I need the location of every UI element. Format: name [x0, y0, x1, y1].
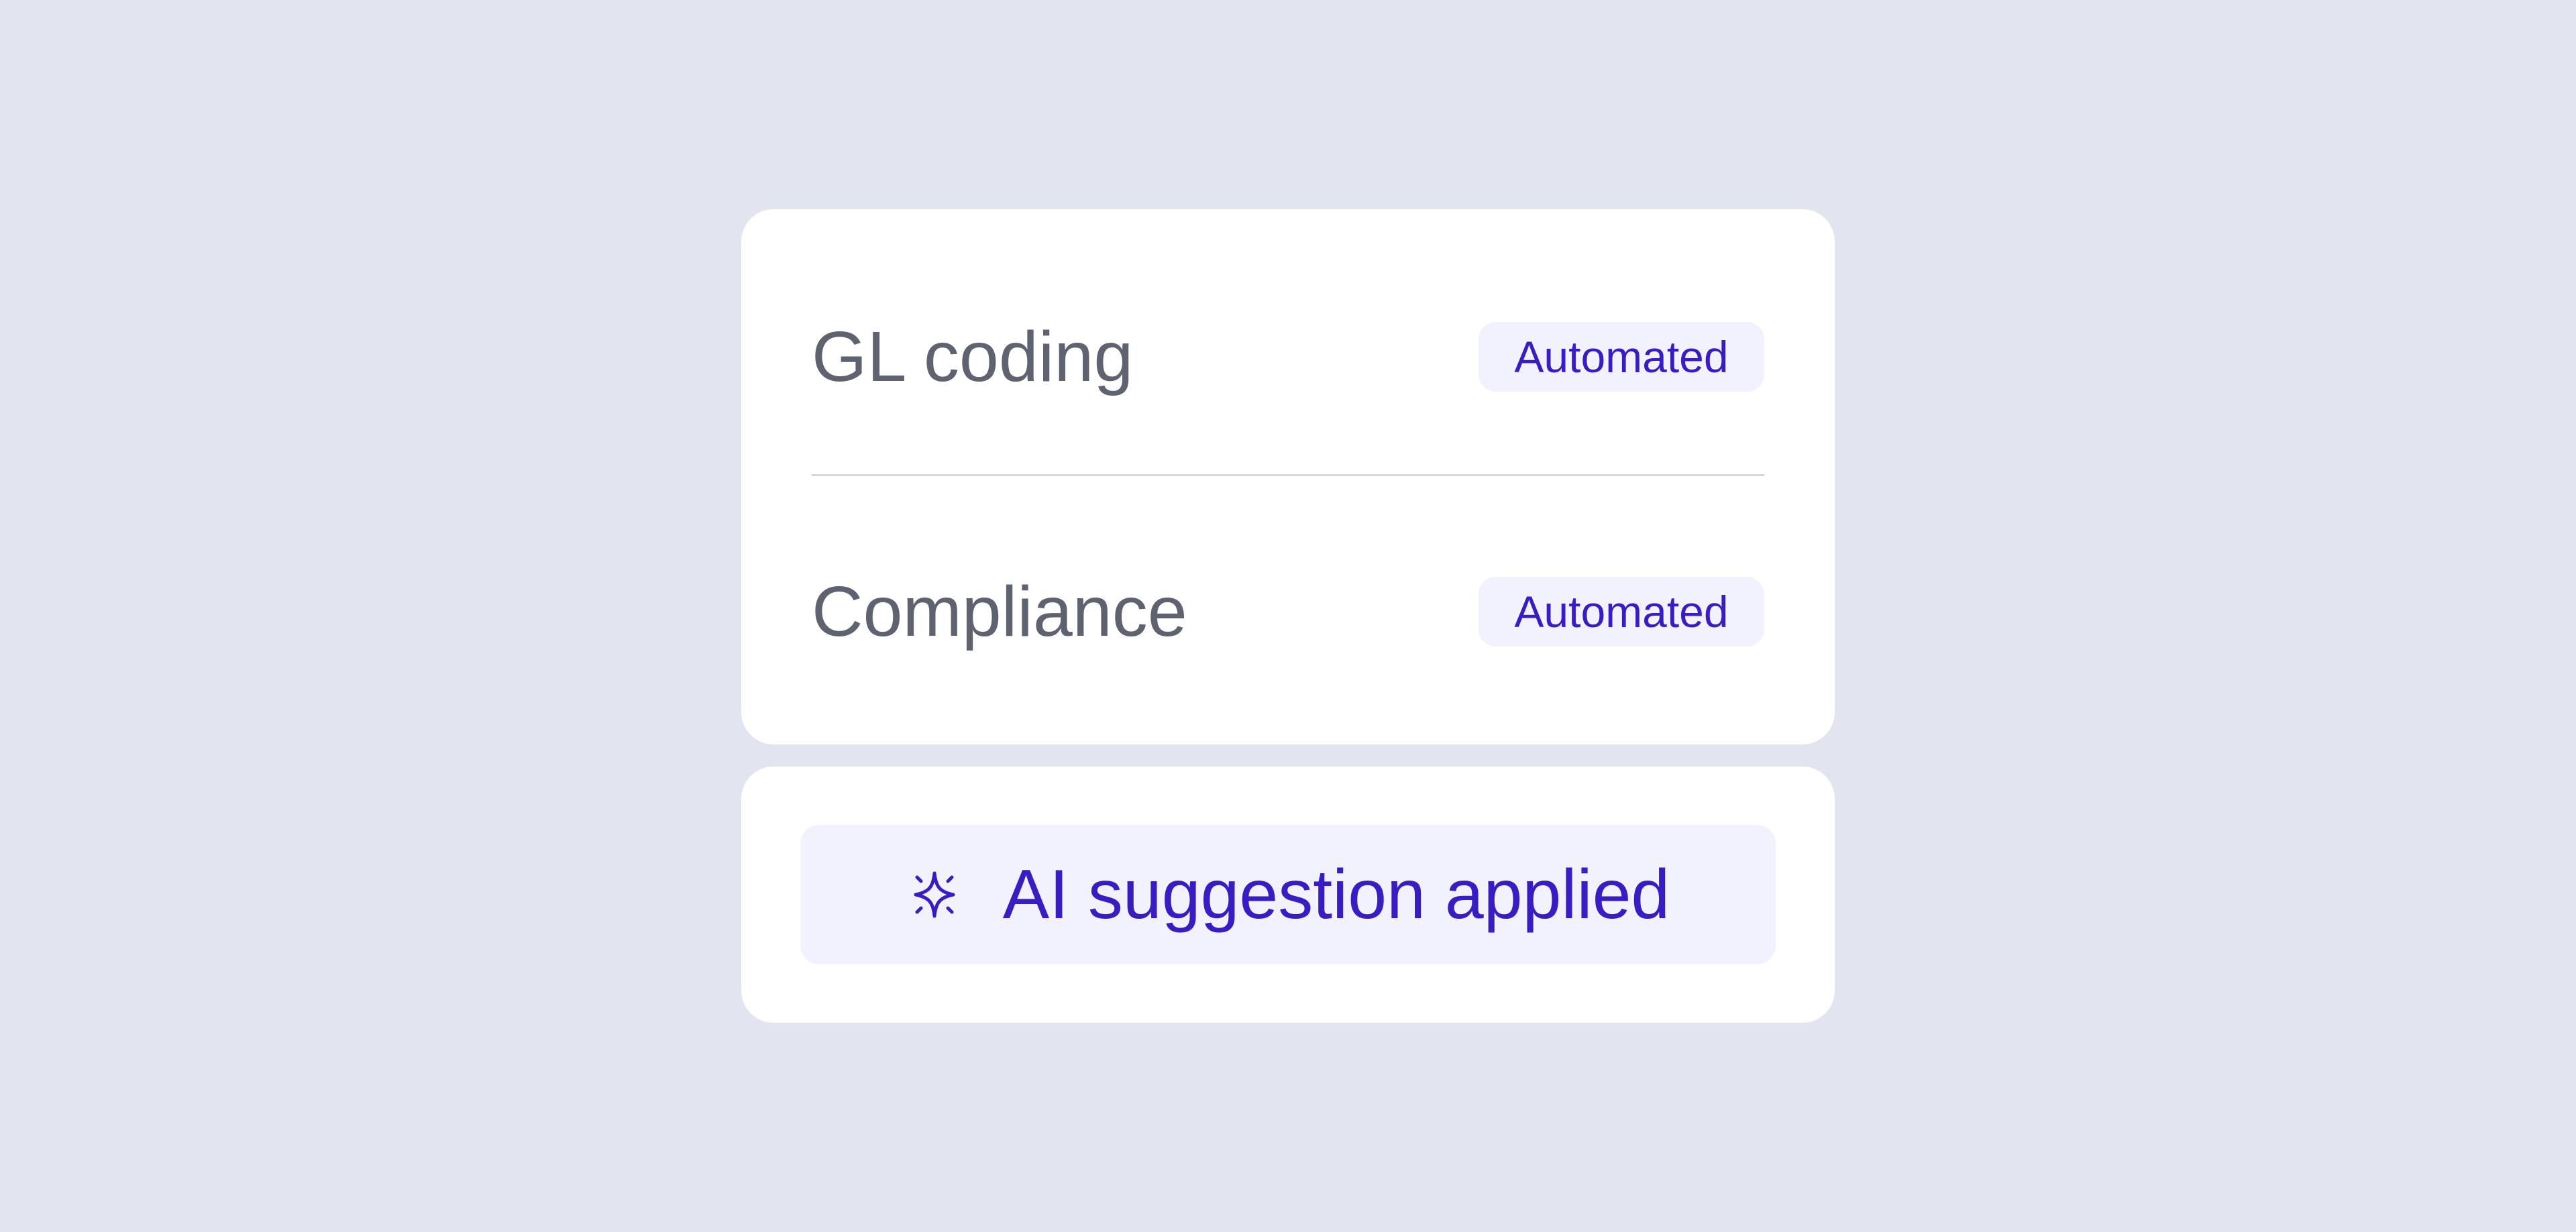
- status-badge-gl-coding: Automated: [1479, 322, 1764, 392]
- row-compliance: Compliance Automated: [812, 568, 1764, 655]
- ai-suggestion-banner: AI suggestion applied: [800, 825, 1776, 964]
- row-gl-coding: GL coding Automated: [812, 313, 1764, 400]
- row-divider: [812, 474, 1764, 476]
- row-label-compliance: Compliance: [812, 572, 1187, 651]
- automation-status-card: GL coding Automated Compliance Automated: [741, 209, 1835, 744]
- sparkle-icon: [914, 871, 955, 918]
- ai-suggestion-text: AI suggestion applied: [1002, 856, 1670, 934]
- status-badge-compliance: Automated: [1479, 577, 1764, 647]
- ai-suggestion-card: AI suggestion applied: [741, 767, 1835, 1023]
- row-label-gl-coding: GL coding: [812, 317, 1134, 396]
